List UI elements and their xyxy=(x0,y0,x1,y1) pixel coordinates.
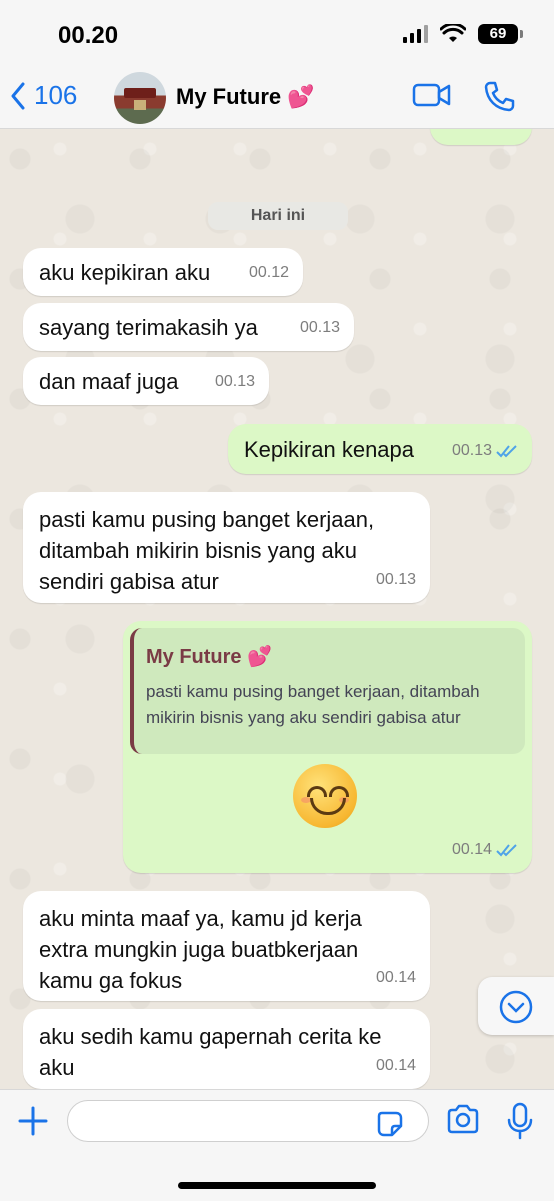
voice-call-button[interactable] xyxy=(482,80,516,119)
chevron-down-icon xyxy=(499,990,533,1024)
message-input[interactable] xyxy=(67,1100,429,1142)
status-bar: 00.20 69 xyxy=(0,0,554,70)
message-incoming[interactable]: dan maaf juga 00.13 xyxy=(23,357,269,405)
message-incoming[interactable]: aku minta maaf ya, kamu jd kerja extra m… xyxy=(23,891,430,1001)
quoted-message[interactable]: My Future 💕 pasti kamu pusing banget ker… xyxy=(130,628,525,754)
chevron-left-icon xyxy=(11,82,25,109)
message-status: 00.14 xyxy=(452,834,518,865)
camera-icon xyxy=(447,1104,479,1134)
video-call-icon xyxy=(412,83,451,107)
contact-name[interactable]: My Future 💕 xyxy=(176,84,315,110)
battery-icon: 69 xyxy=(478,24,523,44)
message-outgoing[interactable]: Kepikiran kenapa 00.13 xyxy=(228,424,532,474)
message-text: dan maaf juga xyxy=(39,369,179,394)
message-text: aku kepikiran aku xyxy=(39,260,211,285)
signal-icon xyxy=(403,25,428,43)
message-time: 00.12 xyxy=(248,264,289,281)
date-separator: Hari ini xyxy=(208,202,348,230)
quoted-author: My Future 💕 xyxy=(146,646,273,668)
microphone-icon xyxy=(507,1102,533,1140)
avatar[interactable] xyxy=(114,72,166,124)
message-text: sayang terimakasih ya xyxy=(39,315,258,340)
attach-button[interactable] xyxy=(16,1104,50,1143)
message-incoming[interactable]: aku kepikiran aku 00.12 xyxy=(23,248,303,296)
message-time: 00.14 xyxy=(375,969,416,986)
status-icons: 69 xyxy=(403,24,523,44)
video-call-button[interactable] xyxy=(412,80,452,115)
message-status: 00.13 xyxy=(452,435,518,466)
message-outgoing-reply[interactable]: My Future 💕 pasti kamu pusing banget ker… xyxy=(123,621,532,873)
message-text: pasti kamu pusing banget kerjaan, ditamb… xyxy=(39,507,375,594)
message-incoming[interactable]: sayang terimakasih ya 00.13 xyxy=(23,303,354,351)
message-time: 00.13 xyxy=(451,442,492,459)
message-incoming[interactable]: pasti kamu pusing banget kerjaan, ditamb… xyxy=(23,492,430,603)
message-time: 00.13 xyxy=(375,571,416,588)
message-text: aku sedih kamu gapernah cerita ke aku xyxy=(39,1024,382,1080)
home-indicator xyxy=(178,1182,376,1189)
message-text: aku minta maaf ya, kamu jd kerja extra m… xyxy=(39,906,362,993)
microphone-button[interactable] xyxy=(507,1102,533,1145)
wifi-icon xyxy=(440,24,466,42)
camera-button[interactable] xyxy=(446,1104,480,1139)
sticker-button[interactable] xyxy=(376,1110,404,1143)
message-time: 00.13 xyxy=(299,319,340,336)
smiling-face-emoji xyxy=(293,764,357,828)
sticker-icon xyxy=(377,1111,403,1137)
scroll-to-bottom-button[interactable] xyxy=(478,977,554,1035)
back-button[interactable]: 106 xyxy=(10,80,77,111)
chat-header: 106 My Future 💕 xyxy=(0,70,554,129)
phone-icon xyxy=(484,81,515,112)
plus-icon xyxy=(18,1106,48,1136)
quoted-text: pasti kamu pusing banget kerjaan, ditamb… xyxy=(146,682,480,727)
chat-area[interactable]: Hari ini aku kepikiran aku 00.12 sayang … xyxy=(0,129,554,1089)
message-time: 00.13 xyxy=(214,373,255,390)
status-time: 00.20 xyxy=(58,22,119,49)
previous-message-partial[interactable] xyxy=(430,129,532,145)
composer-bar xyxy=(0,1089,554,1201)
message-incoming[interactable]: aku sedih kamu gapernah cerita ke aku 00… xyxy=(23,1009,430,1089)
message-text: Kepikiran kenapa xyxy=(244,437,415,462)
unread-count: 106 xyxy=(34,80,78,110)
double-check-icon xyxy=(496,843,517,856)
message-time: 00.14 xyxy=(451,841,492,858)
message-time: 00.14 xyxy=(375,1057,416,1074)
double-check-icon xyxy=(496,444,517,457)
